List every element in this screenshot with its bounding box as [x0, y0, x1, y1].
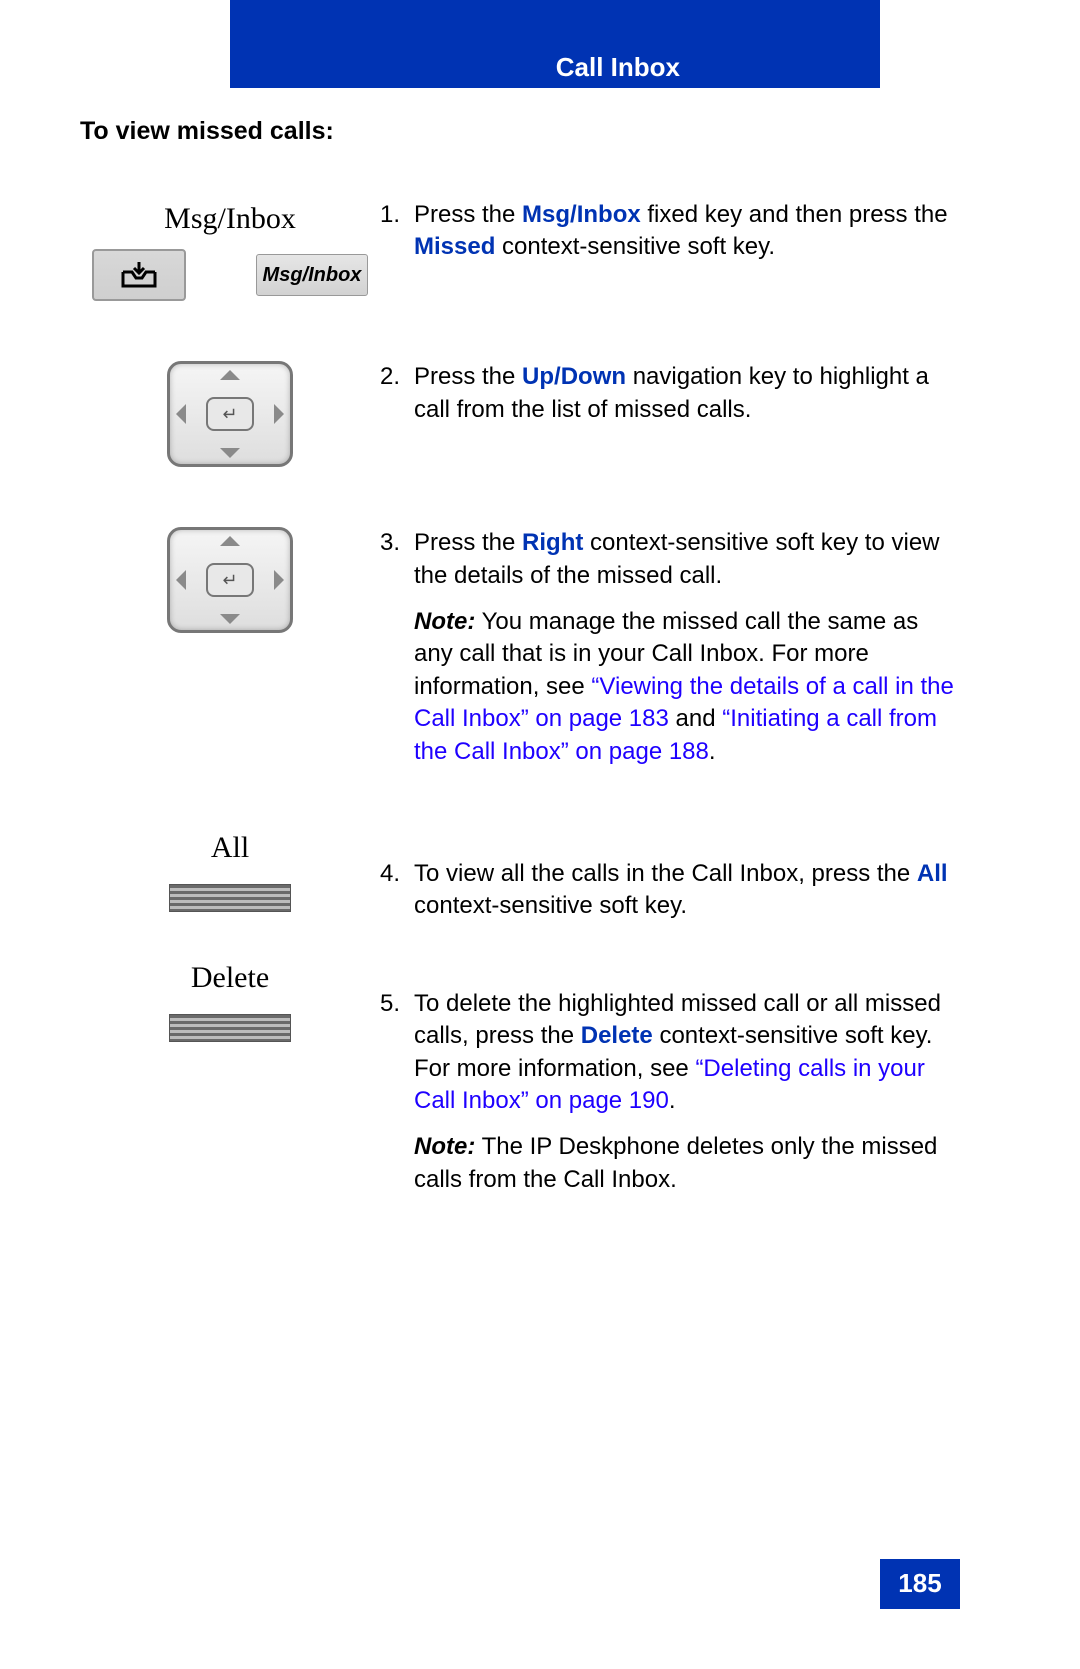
step-3-row: ↵ 3. Press the Right context-sensitive s…: [80, 527, 960, 768]
header-bar: Call Inbox: [230, 0, 880, 88]
nav-right-icon: [274, 570, 284, 590]
key-msg-inbox: Msg/Inbox: [522, 201, 641, 228]
key-delete: Delete: [581, 1022, 653, 1049]
msg-inbox-hardkey: [92, 249, 186, 301]
nav-left-icon: [176, 570, 186, 590]
step-1-number: 1.: [380, 199, 414, 264]
note-label: Note:: [414, 1133, 475, 1160]
step-3-number: 3.: [380, 527, 414, 768]
nav-up-icon: [220, 370, 240, 380]
step-1-text: Press the Msg/Inbox fixed key and then p…: [414, 199, 960, 264]
step-4-graphic: All: [80, 828, 380, 913]
nav-pad-icon: ↵: [167, 527, 293, 633]
step-3-graphic: ↵: [80, 527, 380, 633]
step-5-text: To delete the highlighted missed call or…: [414, 988, 960, 1196]
nav-enter-icon: ↵: [206, 397, 254, 431]
nav-pad-icon: ↵: [167, 361, 293, 467]
step-5-row: Delete 5. To delete the highlighted miss…: [80, 958, 960, 1196]
key-missed: Missed: [414, 233, 495, 260]
step-2-graphic: ↵: [80, 361, 380, 467]
page-number: 185: [880, 1559, 960, 1609]
delete-softkey-label: Delete: [191, 958, 269, 999]
msg-inbox-softkey: Msg/Inbox: [256, 254, 368, 296]
key-up-down: Up/Down: [522, 363, 626, 390]
nav-down-icon: [220, 448, 240, 458]
step-1-graphic: Msg/Inbox Msg/Inbox: [80, 199, 380, 302]
note-label: Note:: [414, 608, 475, 635]
page-content: To view missed calls: Msg/Inbox Msg/Inbo…: [80, 115, 960, 1256]
key-right: Right: [522, 529, 583, 556]
inbox-icon: [118, 260, 160, 290]
step-1-row: Msg/Inbox Msg/Inbox 1. Press the Msg/Inb…: [80, 199, 960, 302]
all-softkey-label: All: [211, 828, 249, 869]
step-2-text: Press the Up/Down navigation key to high…: [414, 361, 960, 426]
step-4-text: To view all the calls in the Call Inbox,…: [414, 858, 960, 923]
step-2-row: ↵ 2. Press the Up/Down navigation key to…: [80, 361, 960, 467]
nav-left-icon: [176, 404, 186, 424]
softkey-bar-icon: [169, 884, 291, 912]
step-4-number: 4.: [380, 858, 414, 923]
key-all: All: [917, 860, 948, 887]
chapter-title: Call Inbox: [556, 50, 680, 85]
step-5-number: 5.: [380, 988, 414, 1196]
section-subheading: To view missed calls:: [80, 115, 960, 149]
msg-inbox-heading: Msg/Inbox: [80, 199, 380, 240]
step-4-row: All 4. To view all the calls in the Call…: [80, 828, 960, 923]
step-5-graphic: Delete: [80, 958, 380, 1043]
softkey-bar-icon: [169, 1014, 291, 1042]
nav-down-icon: [220, 614, 240, 624]
nav-up-icon: [220, 536, 240, 546]
nav-right-icon: [274, 404, 284, 424]
nav-enter-icon: ↵: [206, 563, 254, 597]
step-2-number: 2.: [380, 361, 414, 426]
step-3-text: Press the Right context-sensitive soft k…: [414, 527, 960, 768]
